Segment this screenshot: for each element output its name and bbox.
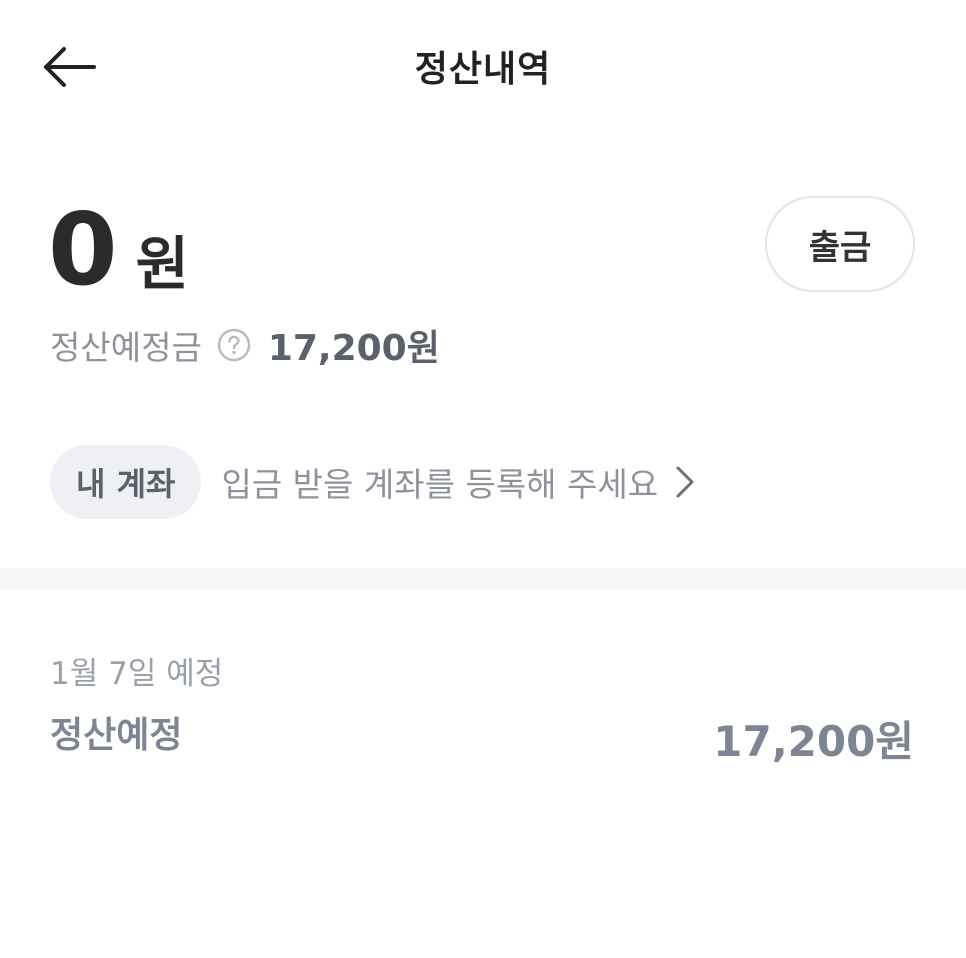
top-app-bar: 정산내역 [0,0,966,130]
expected-settlement-label: 정산예정금 [50,328,202,367]
withdraw-button[interactable]: 출금 [765,196,915,292]
chevron-right-icon [672,462,698,502]
settlement-amount: 17,200원 [713,717,914,766]
balance-amount: 0 [48,191,118,308]
expected-settlement-value: 17,200원 [267,328,440,369]
settlement-status: 정산예정 [50,715,183,756]
expected-settlement-row: 정산예정금 17,200원 [50,318,440,372]
list-item[interactable]: 1월 7일 예정 정산예정 17,200원 [0,640,966,770]
balance-unit: 원 [135,230,189,298]
settlement-date: 1월 7일 예정 [50,656,224,692]
question-circle-icon[interactable] [216,327,252,363]
section-divider [0,568,966,590]
page-title: 정산내역 [414,49,552,90]
register-account-row[interactable]: 내 계좌 입금 받을 계좌를 등록해 주세요 [50,445,698,519]
balance-display: 0 원 [48,200,189,310]
register-account-prompt: 입금 받을 계좌를 등록해 주세요 [221,465,659,504]
my-account-chip: 내 계좌 [50,445,202,519]
